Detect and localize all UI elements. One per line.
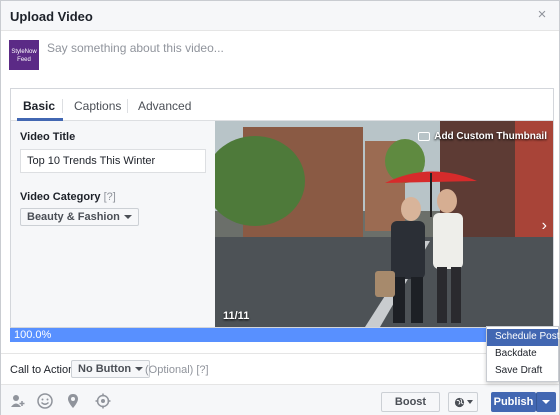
close-icon[interactable]: × [535,7,549,22]
tab-divider [127,99,128,113]
dialog-footer: Boost Post Publish [1,384,559,415]
call-to-action-label: Call to Action: [10,364,78,376]
upload-progress-bar: 100.0% [10,328,554,342]
call-to-action-optional[interactable]: (Optional) [?] [145,364,209,376]
audience-selector[interactable] [448,392,478,412]
video-category-label-text: Video Category [20,191,101,203]
status-input[interactable] [47,40,547,56]
video-frame-image [215,121,553,327]
call-to-action-row: Call to Action: No Button (Optional) [?] [1,353,559,383]
video-category-value: Beauty & Fashion [27,211,120,223]
add-thumbnail-label: Add Custom Thumbnail [434,131,547,142]
dialog-title: Upload Video [10,9,93,24]
video-category-help[interactable]: [?] [104,191,116,203]
video-thumbnail-preview[interactable]: Add Custom Thumbnail 11/11 › [215,121,553,327]
feeling-icon[interactable] [37,393,53,409]
call-to-action-dropdown[interactable]: No Button [71,360,151,378]
video-settings-panel: Basic Captions Advanced Video Title Vide… [10,88,554,328]
page-avatar: StyleNow Feed [9,40,39,70]
tab-advanced[interactable]: Advanced [138,99,191,113]
add-thumbnail-button[interactable]: Add Custom Thumbnail [418,131,547,142]
menu-item-backdate[interactable]: Backdate [487,346,558,363]
chevron-right-icon[interactable]: › [542,217,547,235]
location-icon[interactable] [65,393,81,409]
chevron-down-icon [542,400,550,405]
video-category-label: Video Category [?] [20,191,116,203]
publish-options-button[interactable] [536,392,556,412]
camera-icon [418,131,431,141]
tab-basic[interactable]: Basic [23,99,55,113]
publish-button[interactable]: Publish [491,392,536,412]
chevron-down-icon [466,400,473,405]
active-tab-indicator [17,118,63,121]
thumbnail-counter: 11/11 [223,310,250,322]
video-title-label: Video Title [20,131,76,143]
globe-icon [454,397,464,407]
page-avatar-line2: Feed [17,57,31,63]
boost-post-button[interactable]: Boost Post [381,392,440,415]
upload-progress-fill [10,328,554,342]
tag-people-icon[interactable] [10,393,26,409]
upload-video-dialog: Upload Video × StyleNow Feed Basic Capti… [0,0,560,415]
publish-options-menu: Schedule Post Backdate Save Draft [486,326,560,382]
tab-divider [62,99,63,113]
chevron-down-icon [123,215,132,220]
video-title-input[interactable] [20,149,206,173]
dialog-header: Upload Video × [1,1,559,31]
composer: StyleNow Feed [1,32,559,88]
video-category-dropdown[interactable]: Beauty & Fashion [20,208,139,226]
target-icon[interactable] [95,393,111,409]
menu-item-schedule-post[interactable]: Schedule Post [487,329,560,346]
upload-progress-text: 100.0% [14,329,52,341]
tab-bar: Basic Captions Advanced [11,89,553,121]
page-avatar-line1: StyleNow [11,49,37,55]
tab-captions[interactable]: Captions [74,99,121,113]
call-to-action-value: No Button [78,363,132,375]
chevron-down-icon [135,367,144,372]
menu-item-save-draft[interactable]: Save Draft [487,363,558,380]
